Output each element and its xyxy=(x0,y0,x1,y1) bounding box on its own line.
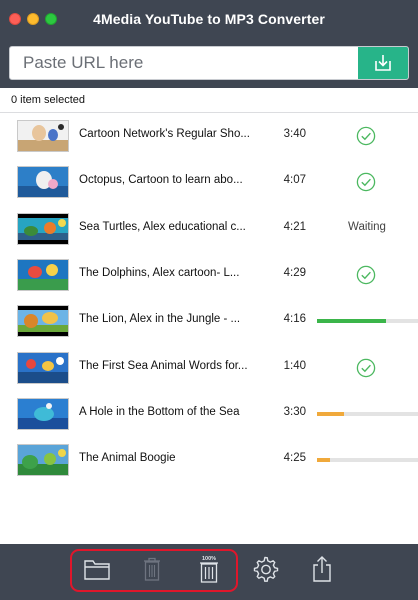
share-icon xyxy=(313,556,331,582)
check-circle-icon xyxy=(356,173,376,192)
selection-bar: 0 item selected xyxy=(0,88,418,113)
status-cell xyxy=(316,159,418,205)
url-box xyxy=(9,46,409,80)
video-duration: 4:07 xyxy=(283,174,306,187)
video-duration: 4:29 xyxy=(283,266,306,279)
list-item[interactable]: The Dolphins, Alex cartoon- L... 4:29 xyxy=(0,252,418,298)
video-title: Sea Turtles, Alex educational c... xyxy=(79,220,246,233)
video-thumbnail xyxy=(17,305,69,338)
trash-all-icon: 100% xyxy=(200,556,218,583)
url-input[interactable] xyxy=(10,47,360,79)
video-title: The First Sea Animal Words for... xyxy=(79,359,248,372)
video-duration: 3:30 xyxy=(283,405,306,418)
progress-bar xyxy=(317,458,418,463)
video-duration: 4:16 xyxy=(283,313,306,326)
video-title: Octopus, Cartoon to learn abo... xyxy=(79,174,243,187)
progress-fill xyxy=(317,458,331,463)
bottom-toolbar: 100% xyxy=(0,544,418,600)
video-thumbnail xyxy=(17,397,69,430)
check-circle-icon xyxy=(356,358,376,377)
video-duration: 1:40 xyxy=(283,359,306,372)
status-cell xyxy=(316,437,418,483)
list-item[interactable]: Cartoon Network's Regular Sho... 3:40 xyxy=(0,113,418,159)
download-button[interactable] xyxy=(358,47,408,79)
selection-count: 0 item selected xyxy=(11,94,85,106)
list-item[interactable]: Octopus, Cartoon to learn abo... 4:07 xyxy=(0,159,418,205)
video-thumbnail xyxy=(17,212,69,245)
delete-button[interactable] xyxy=(136,553,168,585)
list-item[interactable]: A Hole in the Bottom of the Sea 3:30 xyxy=(0,391,418,437)
list-item[interactable]: The First Sea Animal Words for... 1:40 xyxy=(0,345,418,391)
video-duration: 3:40 xyxy=(283,128,306,140)
video-thumbnail xyxy=(17,166,69,199)
video-thumbnail xyxy=(17,444,69,477)
status-cell xyxy=(316,113,418,159)
folder-icon xyxy=(84,560,110,580)
video-duration: 4:25 xyxy=(283,452,306,465)
open-folder-button[interactable] xyxy=(81,553,113,585)
video-title: The Lion, Alex in the Jungle - ... xyxy=(79,313,241,326)
window-title: 4Media YouTube to MP3 Converter xyxy=(93,11,325,27)
progress-bar xyxy=(317,319,418,324)
url-bar xyxy=(0,38,418,88)
video-duration: 4:21 xyxy=(283,220,306,233)
check-circle-icon xyxy=(356,265,376,285)
delete-all-button[interactable]: 100% xyxy=(193,553,225,585)
gear-icon xyxy=(253,556,279,582)
status-cell: Waiting xyxy=(316,206,418,252)
video-title: The Animal Boogie xyxy=(79,452,176,465)
download-icon xyxy=(375,55,391,71)
title-bar: 4Media YouTube to MP3 Converter xyxy=(0,0,418,38)
status-cell xyxy=(316,391,418,437)
video-thumbnail xyxy=(17,120,69,152)
status-cell xyxy=(316,345,418,391)
list-item[interactable]: The Animal Boogie 4:25 xyxy=(0,437,418,483)
status-cell xyxy=(316,252,418,298)
progress-fill xyxy=(317,411,345,416)
export-button[interactable] xyxy=(306,553,338,585)
video-list: Cartoon Network's Regular Sho... 3:40 Oct… xyxy=(0,113,418,544)
video-thumbnail xyxy=(17,258,69,291)
settings-button[interactable] xyxy=(249,553,281,585)
video-title: A Hole in the Bottom of the Sea xyxy=(79,405,240,418)
video-title: The Dolphins, Alex cartoon- L... xyxy=(79,266,240,279)
status-cell xyxy=(316,298,418,344)
list-item[interactable]: The Lion, Alex in the Jungle - ... 4:16 xyxy=(0,298,418,344)
trash-icon xyxy=(144,557,160,581)
check-circle-icon xyxy=(356,126,376,146)
list-item[interactable]: Sea Turtles, Alex educational c... 4:21 Wa… xyxy=(0,206,418,252)
video-thumbnail xyxy=(17,351,69,384)
progress-fill xyxy=(317,319,386,324)
status-text: Waiting xyxy=(348,220,386,233)
progress-bar xyxy=(317,411,418,416)
video-title: Cartoon Network's Regular Sho... xyxy=(79,128,250,140)
svg-text:100%: 100% xyxy=(202,556,216,562)
